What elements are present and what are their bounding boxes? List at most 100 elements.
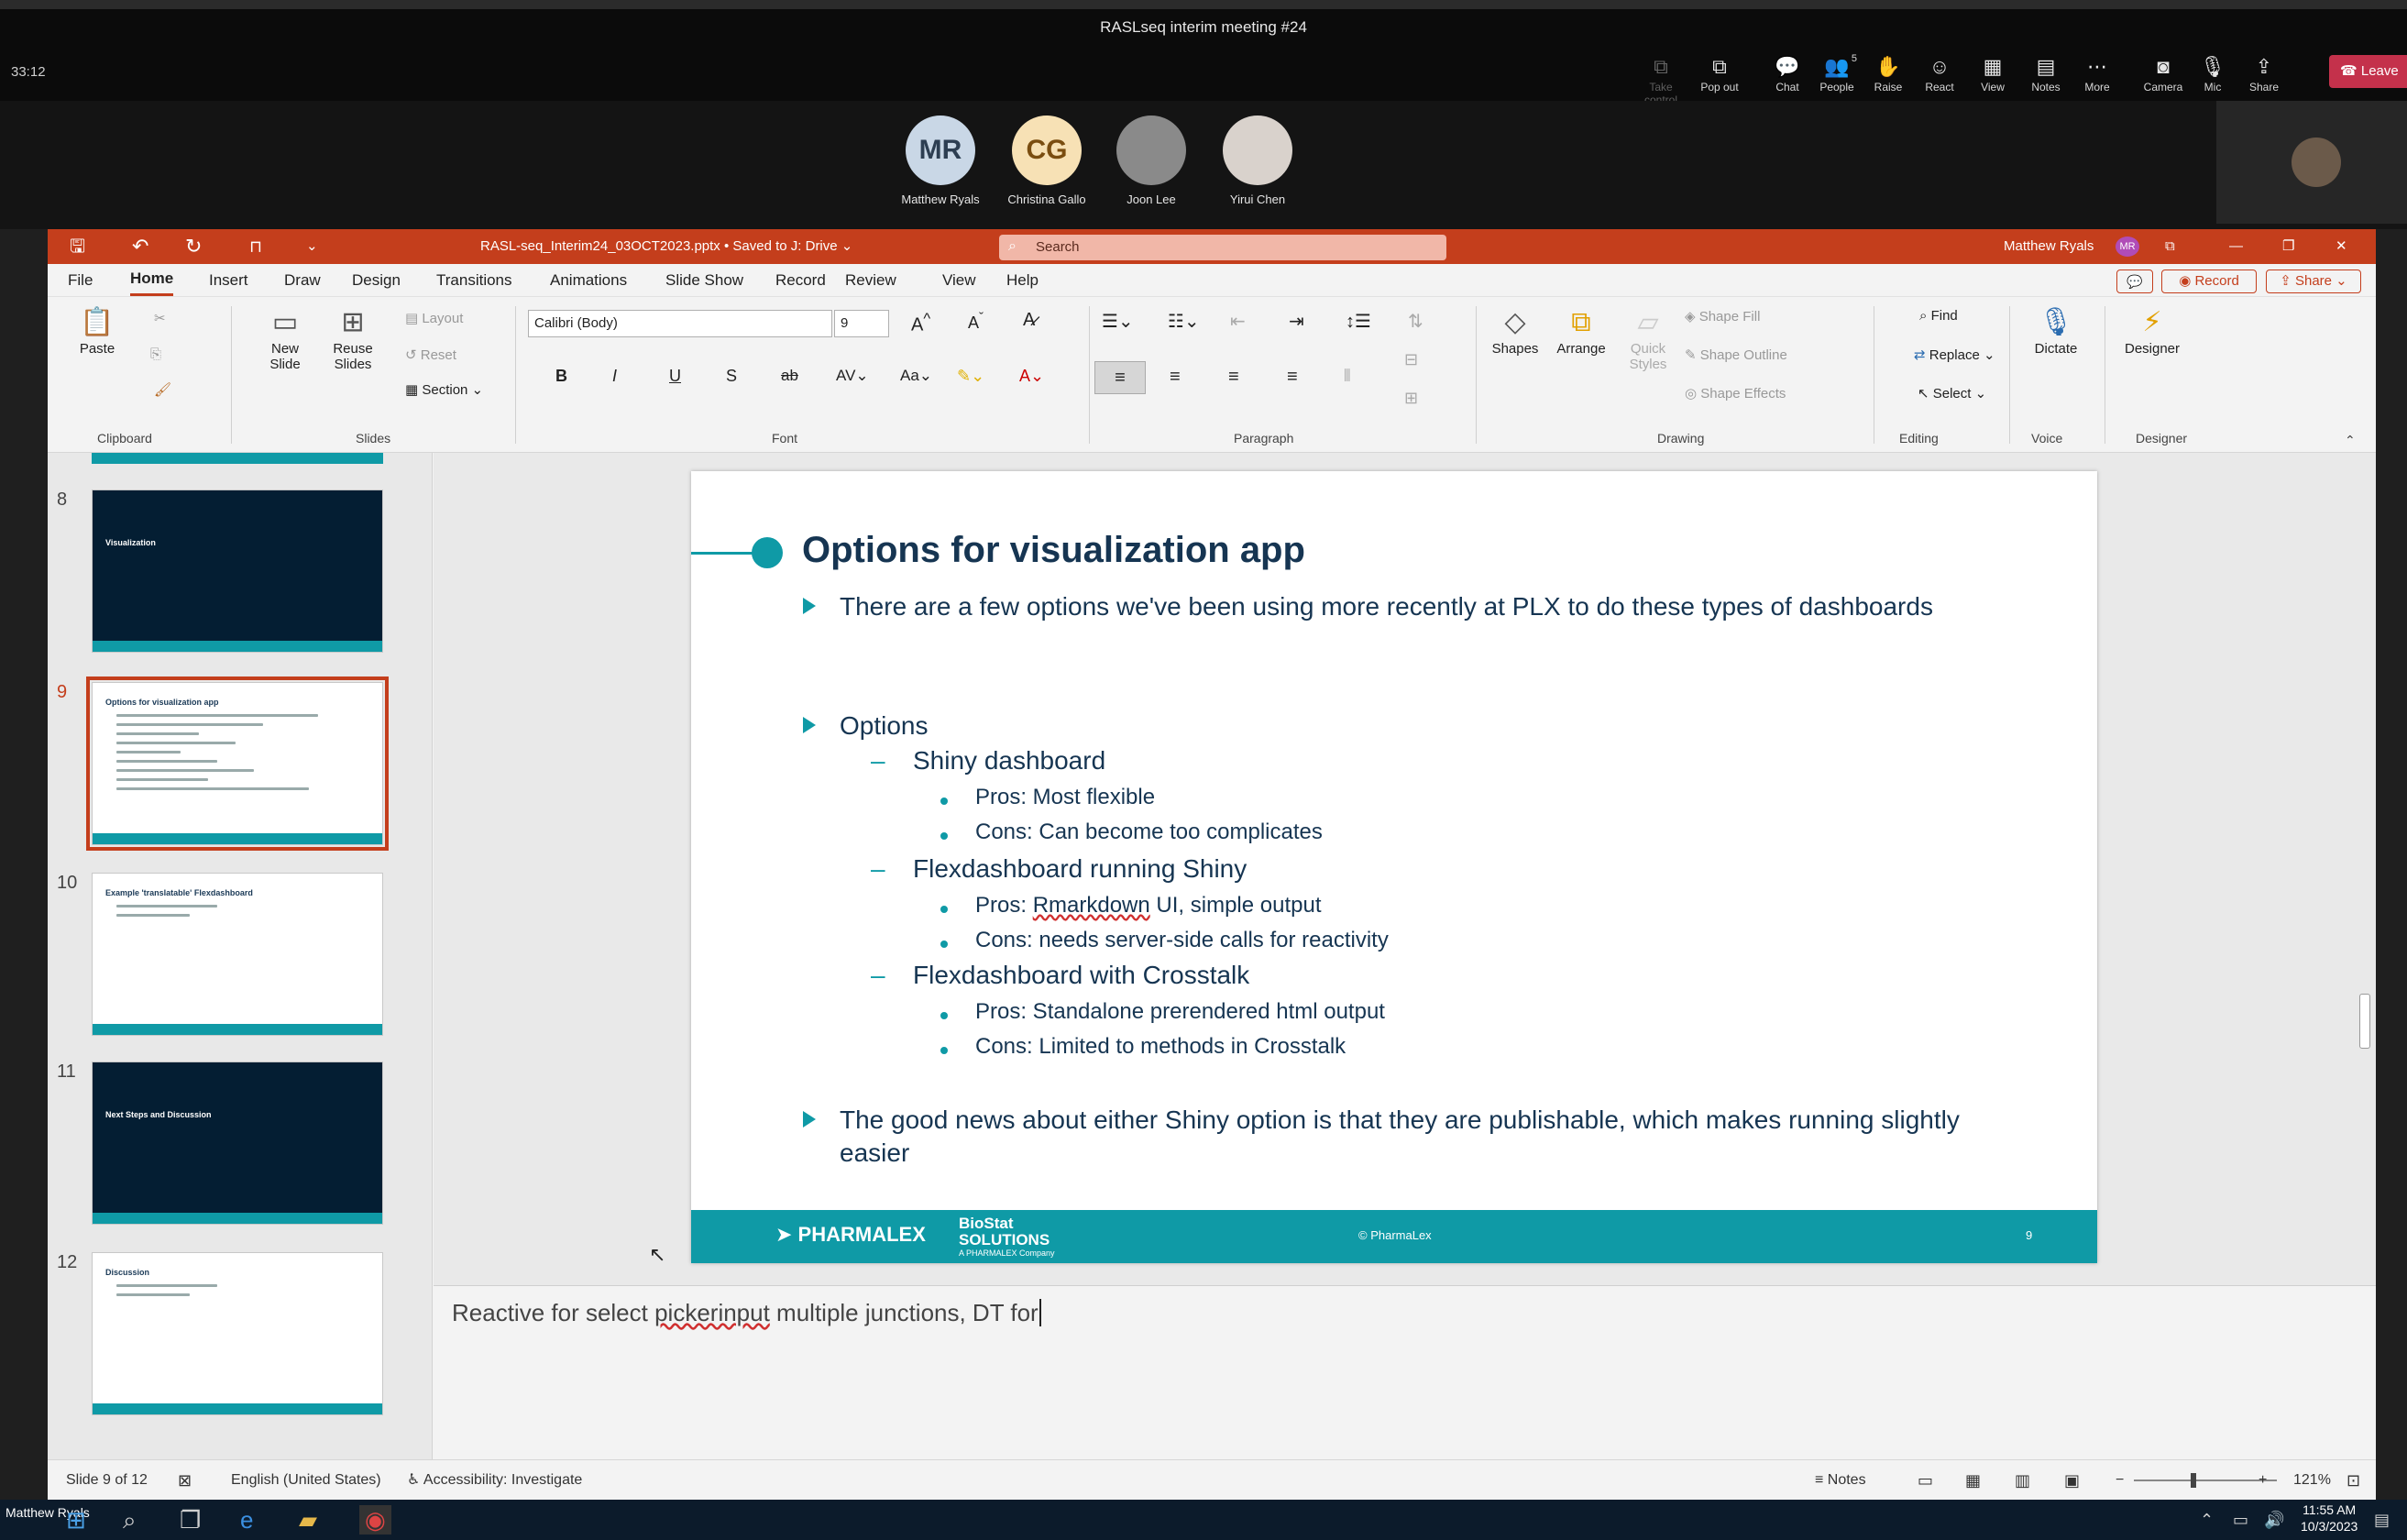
shape-effects-button[interactable]: ◎ Shape Effects [1685, 385, 1786, 402]
notifications-icon[interactable]: ▤ [2374, 1505, 2390, 1534]
file-explorer-icon[interactable]: ▰ [299, 1505, 317, 1534]
toolbar-pop-out-button[interactable]: ⧉ Pop out [1690, 53, 1749, 94]
highlight-icon[interactable]: ✎⌄ [957, 367, 984, 386]
slide-sub-sub-bullet[interactable]: Pros: Standalone prerendered html output [975, 999, 1385, 1025]
text-direction-icon[interactable]: ⇅ [1408, 310, 1423, 333]
network-icon[interactable]: ▭ [2233, 1505, 2248, 1534]
slide-sub-bullet[interactable]: Flexdashboard with Crosstalk [913, 961, 1249, 990]
windows-start-icon[interactable]: ⊞ [66, 1505, 86, 1534]
slide-thumbnail[interactable]: Options for visualization app [86, 676, 389, 851]
shape-outline-button[interactable]: ✎ Shape Outline [1685, 346, 1787, 363]
toolbar-view-button[interactable]: ▦ View [1963, 53, 2022, 94]
line-spacing-icon[interactable]: ↕☰ [1346, 310, 1371, 333]
slide-sub-sub-bullet[interactable]: Pros: Most flexible [975, 785, 1155, 810]
normal-view-icon[interactable]: ▭ [1918, 1460, 1933, 1501]
decrease-font-icon[interactable]: Aˇ [968, 310, 984, 333]
cut-icon[interactable]: ✂ [154, 310, 166, 326]
zoom-slider-thumb[interactable] [2191, 1473, 2196, 1488]
tab-slide-show[interactable]: Slide Show [665, 264, 743, 297]
system-clock[interactable]: 11:55 AM 10/3/2023 [2301, 1502, 2358, 1534]
increase-indent-icon[interactable]: ⇥ [1289, 310, 1304, 333]
increase-font-icon[interactable]: A^ [911, 310, 930, 336]
format-painter-icon[interactable]: 🖌 [154, 381, 171, 398]
customize-qat-icon[interactable]: ⌄ [306, 229, 318, 264]
slide-sub-bullet[interactable]: Shiny dashboard [913, 746, 1105, 776]
toolbar-react-button[interactable]: ☺ React [1910, 53, 1969, 94]
record-button[interactable]: ◉ Record [2161, 270, 2257, 293]
zoom-out-icon[interactable]: − [2116, 1460, 2124, 1501]
tab-animations[interactable]: Animations [550, 264, 627, 297]
participant-tile[interactable]: CG Christina Gallo [992, 116, 1102, 206]
toolbar-mic-off-button[interactable]: 🎙 Mic [2183, 53, 2242, 94]
task-view-icon[interactable]: ❐ [180, 1505, 201, 1534]
reuse-slides-button[interactable]: ⊞ Reuse Slides [321, 304, 385, 372]
toolbar-raise-hand-button[interactable]: ✋ Raise [1859, 53, 1918, 94]
previous-thumbnail-edge[interactable] [92, 453, 383, 464]
fit-to-window-icon[interactable]: ⊡ [2347, 1460, 2360, 1501]
italic-icon[interactable]: I [612, 367, 617, 386]
undo-icon[interactable]: ↶ [132, 229, 148, 264]
font-name-select[interactable]: Calibri (Body) [528, 310, 832, 337]
participant-tile[interactable]: Joon Lee [1096, 116, 1206, 206]
quick-styles-button[interactable]: ▱ Quick Styles [1619, 304, 1677, 372]
scrollbar-thumb[interactable] [2359, 994, 2370, 1049]
slide-sub-sub-bullet[interactable]: Cons: Limited to methods in Crosstalk [975, 1034, 1346, 1060]
slide-title[interactable]: Options for visualization app [802, 530, 1305, 571]
speaker-notes-text[interactable]: Reactive for select pickerinput multiple… [452, 1299, 1041, 1327]
section-button[interactable]: ▦ Section ⌄ [405, 381, 483, 398]
volume-icon[interactable]: 🔊 [2264, 1505, 2284, 1534]
slide-thumbnail[interactable]: Example 'translatable' Flexdashboard [92, 873, 383, 1036]
ribbon-display-icon[interactable]: ⧉ [2165, 229, 2175, 264]
save-icon[interactable]: 🖫 [70, 229, 85, 264]
copy-icon[interactable]: ⎘ [150, 346, 161, 362]
tray-overflow-icon[interactable]: ⌃ [2200, 1505, 2214, 1534]
find-button[interactable]: ⌕ Find [1919, 308, 1958, 324]
slide-bullet[interactable]: Options [840, 710, 2022, 742]
self-video-tile[interactable] [2216, 101, 2407, 224]
strikethrough-icon[interactable]: ab [781, 367, 798, 385]
share-button[interactable]: ⇪ Share ⌄ [2266, 270, 2361, 293]
tab-review[interactable]: Review [845, 264, 896, 297]
align-left-icon[interactable]: ≡ [1094, 361, 1146, 394]
smartart-icon[interactable]: ⊞ [1404, 389, 1418, 408]
slide-bullet[interactable]: There are a few options we've been using… [840, 590, 2022, 623]
search-input[interactable]: Search [999, 235, 1446, 260]
char-spacing-icon[interactable]: AV⌄ [836, 367, 869, 385]
font-color-icon[interactable]: A⌄ [1019, 367, 1044, 386]
user-avatar[interactable]: MR [2116, 236, 2139, 257]
toolbar-take-control-button[interactable]: ⧉ Take control [1632, 53, 1690, 106]
replace-button[interactable]: ⇄ Replace ⌄ [1914, 346, 1995, 363]
zoom-in-icon[interactable]: + [2259, 1460, 2267, 1501]
toolbar-more-button[interactable]: ⋯ More [2068, 53, 2127, 94]
present-icon[interactable]: ⊓ [249, 229, 262, 264]
shape-fill-button[interactable]: ◈ Shape Fill [1685, 308, 1760, 324]
align-center-icon[interactable]: ≡ [1170, 367, 1181, 388]
underline-icon[interactable]: U [669, 367, 681, 386]
language-indicator[interactable]: English (United States) [231, 1460, 381, 1501]
tab-design[interactable]: Design [352, 264, 401, 297]
tab-help[interactable]: Help [1006, 264, 1039, 297]
bold-icon[interactable]: B [555, 367, 567, 386]
slide-sub-sub-bullet[interactable]: Pros: Rmarkdown UI, simple output [975, 893, 1321, 918]
accessibility-status[interactable]: ♿ Accessibility: Investigate [407, 1460, 582, 1501]
document-filename[interactable]: RASL-seq_Interim24_03OCT2023.pptx • Save… [480, 229, 852, 264]
align-text-icon[interactable]: ⊟ [1404, 350, 1418, 369]
close-icon[interactable]: ✕ [2336, 229, 2347, 264]
dictate-button[interactable]: 🎙 Dictate [2024, 304, 2088, 357]
layout-button[interactable]: ▤ Layout [405, 310, 463, 326]
arrange-button[interactable]: ⧉ Arrange [1549, 304, 1613, 357]
select-button[interactable]: ↖ Select ⌄ [1918, 385, 1986, 402]
toolbar-people-button[interactable]: 👥 People 5 [1808, 53, 1866, 94]
justify-icon[interactable]: ≡ [1287, 367, 1298, 388]
chrome-icon[interactable]: ◉ [359, 1505, 391, 1534]
slide-sub-bullet[interactable]: Flexdashboard running Shiny [913, 854, 1247, 884]
zoom-level[interactable]: 121% [2293, 1460, 2331, 1501]
slide-sub-sub-bullet[interactable]: Cons: needs server-side calls for reacti… [975, 928, 1389, 953]
shapes-button[interactable]: ◇ Shapes [1485, 304, 1545, 357]
align-right-icon[interactable]: ≡ [1228, 367, 1239, 388]
decrease-indent-icon[interactable]: ⇤ [1230, 310, 1246, 333]
tab-insert[interactable]: Insert [209, 264, 248, 297]
tab-transitions[interactable]: Transitions [436, 264, 512, 297]
participant-tile[interactable]: Yirui Chen [1203, 116, 1313, 206]
slide-thumbnail[interactable]: Discussion [92, 1252, 383, 1415]
